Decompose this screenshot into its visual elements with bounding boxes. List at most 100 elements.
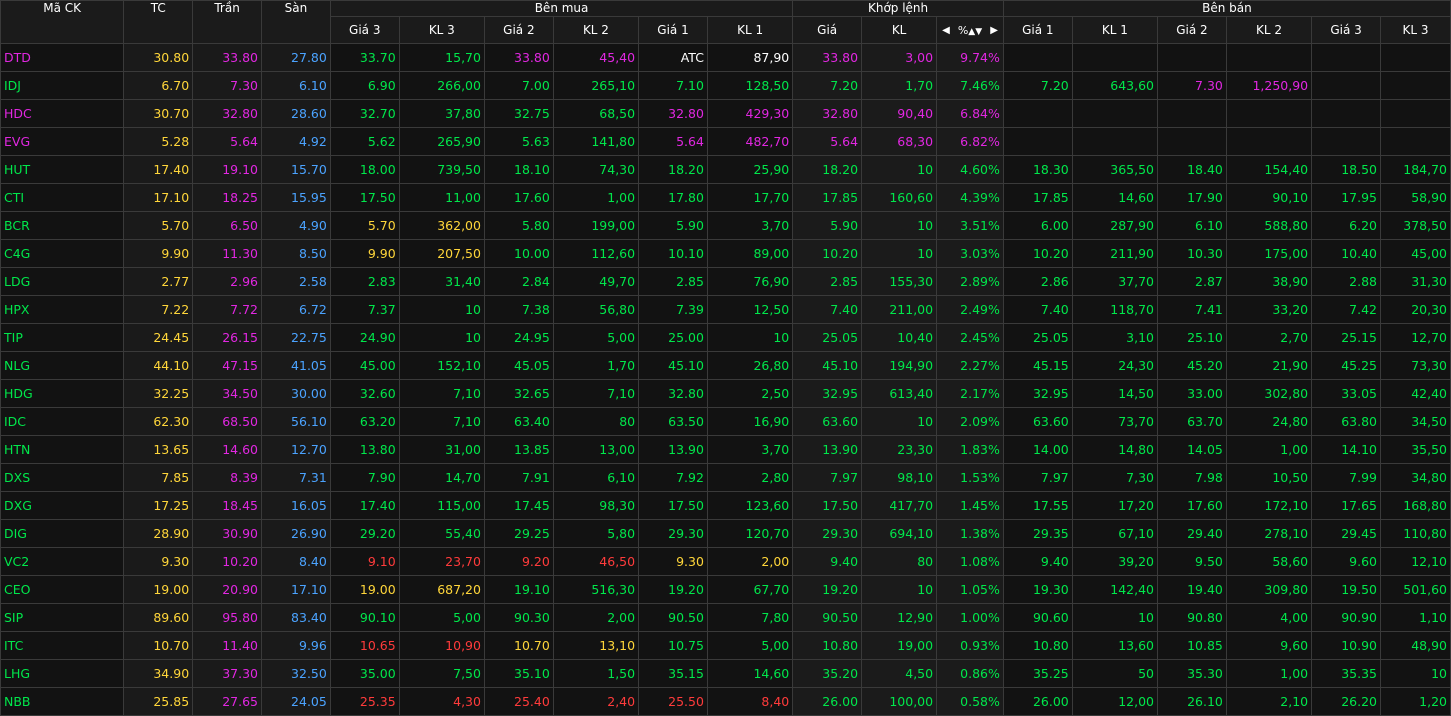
match-pct-cell: 1.00% [936,603,1004,632]
ceil-price-cell: 27.65 [192,687,262,716]
col-header-buy-price-3[interactable]: Giá 3 [329,16,400,44]
table-row[interactable]: HUT 17.40 19.10 15.70 18.00 739,50 18.10 74,30 1… [0,155,1451,184]
floor-price-cell: 16.05 [261,491,331,520]
table-row[interactable]: HTN 13.65 14.60 12.70 13.80 31,00 13.85 13,00 13… [0,435,1451,464]
table-row[interactable]: TIP 24.45 26.15 22.75 24.90 10 24.95 5,00 25.00 1… [0,323,1451,352]
sell-vol-1-cell: 10 [1071,603,1159,632]
sell-price-1-cell: 63.60 [1002,407,1073,436]
ceil-price-cell: 11.30 [192,239,262,268]
col-header-buy-vol-1[interactable]: KL 1 [706,16,794,44]
col-header-sell-price-1[interactable]: Giá 1 [1002,16,1073,44]
col-header-buy-price-1[interactable]: Giá 1 [638,16,708,44]
sell-vol-3-cell: 73,30 [1379,351,1451,380]
table-row[interactable]: ITC 10.70 11.40 9.96 10.65 10,90 10.70 13,10 10.… [0,631,1451,660]
table-row[interactable]: IDC 62.30 68.50 56.10 63.20 7,10 63.40 80 63.50 1… [0,407,1451,436]
sell-price-1-cell: 7.20 [1002,71,1073,100]
buy-price-2-cell: 19.10 [483,575,554,604]
buy-price-2-cell: 32.75 [483,99,554,128]
table-row[interactable]: HDG 32.25 34.50 30.00 32.60 7,10 32.65 7,10 32.8… [0,379,1451,408]
prev-arrow-icon[interactable]: ◀ [942,25,950,36]
buy-vol-1-cell: 76,90 [706,267,794,296]
ceil-price-cell: 32.80 [192,99,262,128]
col-header-buy-price-2[interactable]: Giá 2 [483,16,554,44]
col-header-match-vol[interactable]: KL [861,16,938,44]
table-row[interactable]: SIP 89.60 95.80 83.40 90.10 5,00 90.30 2,00 90.5… [0,603,1451,632]
buy-price-3-cell: 35.00 [329,659,400,688]
sell-price-1-cell: 32.95 [1002,379,1073,408]
col-header-sell-vol-2[interactable]: KL 2 [1225,16,1313,44]
next-arrow-icon[interactable]: ▶ [990,25,998,36]
col-header-sell-price-2[interactable]: Giá 2 [1157,16,1227,44]
buy-price-2-cell: 5.63 [483,127,554,156]
col-header-buy-vol-2[interactable]: KL 2 [552,16,640,44]
table-row[interactable]: NLG 44.10 47.15 41.05 45.00 152,10 45.05 1,70 45… [0,351,1451,380]
table-row[interactable]: HPX 7.22 7.72 6.72 7.37 10 7.38 56,80 7.39 12,50 7… [0,295,1451,324]
sort-icon[interactable]: ▲▼ [968,27,982,37]
buy-price-2-cell: 10.70 [483,631,554,660]
table-row[interactable]: NBB 25.85 27.65 24.05 25.35 4,30 25.40 2,40 25.5… [0,687,1451,716]
sell-vol-1-cell: 365,50 [1071,155,1159,184]
ref-price-cell: 2.77 [123,267,194,296]
sell-price-2-cell: 25.10 [1157,323,1227,352]
col-header-ref[interactable]: TC [123,0,194,44]
sell-vol-1-cell: 37,70 [1071,267,1159,296]
buy-vol-1-cell: 10 [706,323,794,352]
buy-price-1-cell: 7.92 [638,463,708,492]
table-row[interactable]: DXS 7.85 8.39 7.31 7.90 14,70 7.91 6,10 7.92 2,80… [0,463,1451,492]
floor-price-cell: 7.31 [261,463,331,492]
table-row[interactable]: DXG 17.25 18.45 16.05 17.40 115,00 17.45 98,30 1… [0,491,1451,520]
symbol-cell: CEO [0,575,125,604]
table-row[interactable]: DTD 30.80 33.80 27.80 33.70 15,70 33.80 45,40 AT… [0,43,1451,72]
table-row[interactable]: LDG 2.77 2.96 2.58 2.83 31,40 2.84 49,70 2.85 76,… [0,267,1451,296]
match-price-cell: 13.90 [792,435,863,464]
col-header-floor[interactable]: Sàn [261,0,331,44]
col-header-match-pct[interactable]: ◀ %▲▼ ▶ [936,16,1004,44]
col-header-sell-price-3[interactable]: Giá 3 [1311,16,1381,44]
buy-vol-1-cell: 17,70 [706,183,794,212]
match-price-cell: 90.50 [792,603,863,632]
buy-vol-2-cell: 49,70 [552,267,640,296]
sell-vol-2-cell [1225,127,1313,156]
table-row[interactable]: DIG 28.90 30.90 26.90 29.20 55,40 29.25 5,80 29.… [0,519,1451,548]
table-row[interactable]: CTI 17.10 18.25 15.95 17.50 11,00 17.60 1,00 17.… [0,183,1451,212]
buy-price-2-cell: 13.85 [483,435,554,464]
table-row[interactable]: C4G 9.90 11.30 8.50 9.90 207,50 10.00 112,60 10.… [0,239,1451,268]
sell-vol-3-cell: 45,00 [1379,239,1451,268]
ceil-price-cell: 34.50 [192,379,262,408]
match-vol-cell: 80 [861,547,938,576]
match-pct-cell: 7.46% [936,71,1004,100]
col-header-buy-vol-3[interactable]: KL 3 [398,16,485,44]
table-row[interactable]: CEO 19.00 20.90 17.10 19.00 687,20 19.10 516,30… [0,575,1451,604]
col-header-ceil[interactable]: Trần [192,0,262,44]
col-header-symbol[interactable]: Mã CK [0,0,125,44]
sell-price-1-cell: 17.85 [1002,183,1073,212]
table-row[interactable]: HDC 30.70 32.80 28.60 32.70 37,80 32.75 68,50 32… [0,99,1451,128]
buy-vol-2-cell: 1,00 [552,183,640,212]
ceil-price-cell: 14.60 [192,435,262,464]
table-row[interactable]: IDJ 6.70 7.30 6.10 6.90 266,00 7.00 265,10 7.10 1… [0,71,1451,100]
match-vol-cell: 68,30 [861,127,938,156]
table-row[interactable]: BCR 5.70 6.50 4.90 5.70 362,00 5.80 199,00 5.90 3… [0,211,1451,240]
col-header-sell-vol-1[interactable]: KL 1 [1071,16,1159,44]
ref-price-cell: 5.28 [123,127,194,156]
sell-vol-3-cell: 10 [1379,659,1451,688]
sell-vol-1-cell: 211,90 [1071,239,1159,268]
table-row[interactable]: EVG 5.28 5.64 4.92 5.62 265,90 5.63 141,80 5.64 4… [0,127,1451,156]
sell-vol-2-cell: 90,10 [1225,183,1313,212]
ceil-price-cell: 47.15 [192,351,262,380]
match-price-cell: 9.40 [792,547,863,576]
buy-vol-2-cell: 5,80 [552,519,640,548]
symbol-cell: TIP [0,323,125,352]
col-header-sell-vol-3[interactable]: KL 3 [1379,16,1451,44]
col-header-match-price[interactable]: Giá [792,16,863,44]
ceil-price-cell: 33.80 [192,43,262,72]
table-row[interactable]: VC2 9.30 10.20 8.40 9.10 23,70 9.20 46,50 9.30 2,… [0,547,1451,576]
buy-vol-1-cell: 87,90 [706,43,794,72]
table-row[interactable]: LHG 34.90 37.30 32.50 35.00 7,50 35.10 1,50 35.1… [0,659,1451,688]
match-price-cell: 35.20 [792,659,863,688]
symbol-cell: EVG [0,127,125,156]
buy-price-1-cell: 32.80 [638,379,708,408]
buy-price-2-cell: 17.45 [483,491,554,520]
match-vol-cell: 100,00 [861,687,938,716]
symbol-cell: DIG [0,519,125,548]
